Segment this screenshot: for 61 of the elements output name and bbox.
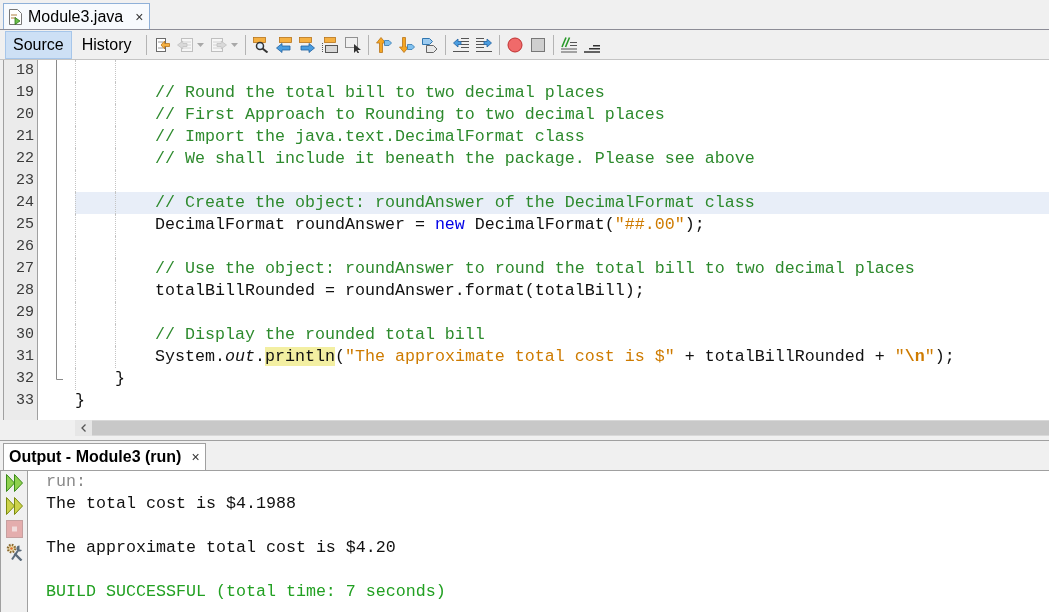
- up-arrow-icon[interactable]: [376, 36, 393, 53]
- line-number: 29: [16, 304, 34, 322]
- editor-tab[interactable]: Module3.java ×: [3, 3, 151, 29]
- dropdown-caret-icon[interactable]: [231, 42, 239, 47]
- line-number: 18: [16, 62, 34, 80]
- code-line: // First Approach to Rounding to two decimal places: [155, 105, 665, 125]
- right-arrow-icon[interactable]: [299, 36, 316, 53]
- search-icon[interactable]: [253, 36, 270, 53]
- console-line: The total cost is $4.1988: [46, 494, 296, 514]
- code-line: // We shall include it beneath the package. Please see above: [155, 149, 755, 169]
- code-line: // Create the object: roundAnswer of the DecimalFormat class: [155, 193, 755, 213]
- stacked-boxes-icon[interactable]: [322, 36, 339, 53]
- scroll-left-button[interactable]: [75, 420, 92, 436]
- console-line: BUILD SUCCESSFUL (total time: 7 seconds): [46, 582, 446, 602]
- tag-icon[interactable]: [422, 36, 439, 53]
- output-tab[interactable]: Output - Module3 (run) ×: [3, 443, 206, 470]
- view-tab[interactable]: History: [73, 30, 140, 59]
- console-line: The approximate total cost is $4.20: [46, 538, 396, 558]
- view-tab[interactable]: Source: [5, 30, 72, 59]
- line-number: 25: [16, 216, 34, 234]
- line-number: 19: [16, 84, 34, 102]
- code-line: System.out.println("The approximate total cost is $" + totalBillRounded + "\n");: [155, 347, 955, 367]
- record-icon[interactable]: [507, 36, 524, 53]
- line-number: 26: [16, 238, 34, 256]
- line-number: 30: [16, 326, 34, 344]
- code-line: }: [115, 369, 125, 389]
- line-number: 24: [16, 194, 34, 212]
- line-number: 27: [16, 260, 34, 278]
- line-number: 31: [16, 348, 34, 366]
- close-button[interactable]: ×: [191, 450, 200, 464]
- line-number: 33: [16, 392, 34, 410]
- code-line: DecimalFormat roundAnswer = new DecimalFormat("##.00");: [155, 215, 705, 235]
- chevron-left-icon: [81, 424, 86, 432]
- code-line: // Display the rounded total bill: [155, 325, 485, 345]
- line-number: 21: [16, 128, 34, 146]
- console-line: run:: [46, 472, 86, 492]
- stop-icon[interactable]: [530, 36, 547, 53]
- double-play-icon[interactable]: [5, 474, 23, 492]
- indent-right-icon[interactable]: [476, 36, 493, 53]
- line-number: 28: [16, 282, 34, 300]
- java-file-icon: [8, 8, 24, 25]
- line-number: 23: [16, 172, 34, 190]
- line-number: 32: [16, 370, 34, 388]
- dropdown-caret-icon[interactable]: [197, 42, 205, 47]
- indent-left-icon[interactable]: [453, 36, 470, 53]
- code-line: // Round the total bill to two decimal places: [155, 83, 605, 103]
- line-number: 20: [16, 106, 34, 124]
- code-line: totalBillRounded = roundAnswer.format(totalBill);: [155, 281, 645, 301]
- down-arrow-icon[interactable]: [399, 36, 416, 53]
- code-line: // Import the java.text.DecimalFormat class: [155, 127, 585, 147]
- horizontal-scrollbar[interactable]: [92, 420, 1049, 436]
- page-arrow-icon[interactable]: [154, 36, 171, 53]
- double-play-icon[interactable]: [5, 497, 23, 515]
- selection-icon[interactable]: [345, 36, 362, 53]
- close-button[interactable]: ×: [135, 9, 144, 24]
- line-number: 22: [16, 150, 34, 168]
- code-line: // Use the object: roundAnswer to round the total bill to two decimal places: [155, 259, 915, 279]
- comment-lines-icon[interactable]: [561, 36, 578, 53]
- code-line: }: [75, 391, 85, 411]
- left-arrow-icon[interactable]: [276, 36, 293, 53]
- settings-icon[interactable]: [5, 543, 23, 561]
